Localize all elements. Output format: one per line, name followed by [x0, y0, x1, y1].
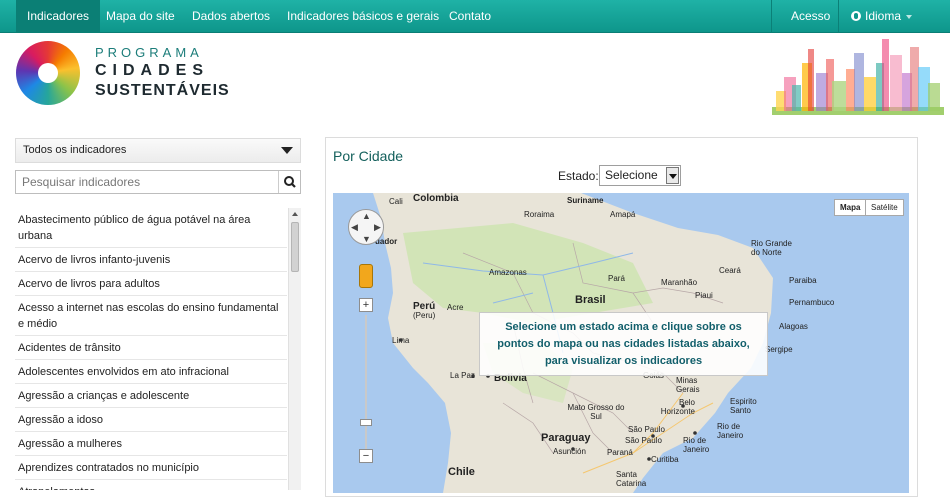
estado-select-value: Selecione: [605, 168, 658, 182]
dropdown-arrow-icon: [666, 167, 679, 184]
nav-indicadores-basicos[interactable]: Indicadores básicos e gerais: [276, 0, 450, 33]
map-instruction-message: Selecione um estado acima e clique sobre…: [479, 312, 768, 376]
nav-dados-abertos[interactable]: Dados abertos: [181, 0, 281, 33]
indicator-item[interactable]: Acesso a internet nas escolas do ensino …: [15, 296, 287, 336]
indicator-item[interactable]: Adolescentes envolvidos em ato infracion…: [15, 360, 287, 384]
nav-divider: [771, 0, 772, 33]
indicator-filter-select[interactable]: Todos os indicadores: [15, 138, 301, 163]
indicator-item[interactable]: Agressão a idoso: [15, 408, 287, 432]
zoom-in-button[interactable]: +: [359, 298, 373, 312]
indicator-search-input[interactable]: [16, 171, 278, 193]
zoom-slider-handle[interactable]: [360, 419, 372, 426]
nav-mapa-do-site[interactable]: Mapa do site: [95, 0, 186, 33]
indicator-list-scrollbar[interactable]: [288, 208, 301, 490]
logo-icon[interactable]: [16, 41, 80, 105]
logo-text-sustentaveis: SUSTENTÁVEIS: [95, 82, 230, 99]
skyline-illustration: [772, 39, 944, 115]
caret-down-icon: [906, 14, 913, 19]
filter-select-value: Todos os indicadores: [23, 144, 127, 156]
nav-acesso[interactable]: Acesso: [780, 0, 841, 33]
nav-idioma[interactable]: Idioma: [840, 0, 923, 33]
indicator-item[interactable]: Acervo de livros para adultos: [15, 272, 287, 296]
estado-select[interactable]: Selecione: [599, 165, 681, 186]
indicator-item[interactable]: Aprendizes contratados no município: [15, 456, 287, 480]
message-line: para visualizar os indicadores: [544, 355, 703, 367]
indicator-item[interactable]: Agressão a crianças e adolescente: [15, 384, 287, 408]
indicator-item[interactable]: Acidentes de trânsito: [15, 336, 287, 360]
top-navbar: Indicadores Mapa do site Dados abertos I…: [0, 0, 950, 33]
globe-icon: [851, 11, 861, 21]
zoom-slider-track[interactable]: [365, 315, 367, 455]
message-line: pontos do mapa ou nas cidades listadas a…: [497, 338, 750, 350]
caret-down-icon: [281, 147, 293, 154]
logo-text-programa: PROGRAMA: [95, 45, 203, 60]
street-view-pegman-icon[interactable]: [359, 264, 373, 288]
logo-text-cidades: CIDADES: [95, 62, 210, 79]
message-line: Selecione um estado acima e clique sobre…: [505, 321, 742, 333]
estado-label: Estado:: [558, 169, 599, 183]
scroll-thumb[interactable]: [291, 222, 299, 272]
map-pan-control[interactable]: ▲ ▼ ◀ ▶: [348, 209, 384, 245]
scroll-up-arrow-icon[interactable]: [292, 212, 298, 216]
search-button[interactable]: [278, 171, 300, 193]
nav-divider: [838, 0, 839, 33]
indicator-item[interactable]: Agressão a mulheres: [15, 432, 287, 456]
search-icon: [284, 176, 296, 188]
idioma-label: Idioma: [865, 9, 902, 23]
nav-contato[interactable]: Contato: [438, 0, 502, 33]
indicator-item[interactable]: Atropelamentos: [15, 480, 287, 490]
panel-title: Por Cidade: [333, 148, 404, 164]
indicator-list: Abastecimento público de água potável na…: [15, 208, 287, 490]
map[interactable]: Mapa Satélite Cali Colombia Suriname Ror…: [333, 193, 909, 493]
indicator-item[interactable]: Acervo de livros infanto-juvenis: [15, 248, 287, 272]
indicator-item[interactable]: Abastecimento público de água potável na…: [15, 208, 287, 248]
indicator-search: [15, 170, 301, 194]
city-panel: Por Cidade Estado: Selecione Mapa Satéli…: [325, 137, 918, 497]
zoom-out-button[interactable]: −: [359, 449, 373, 463]
nav-indicadores[interactable]: Indicadores: [16, 0, 101, 33]
